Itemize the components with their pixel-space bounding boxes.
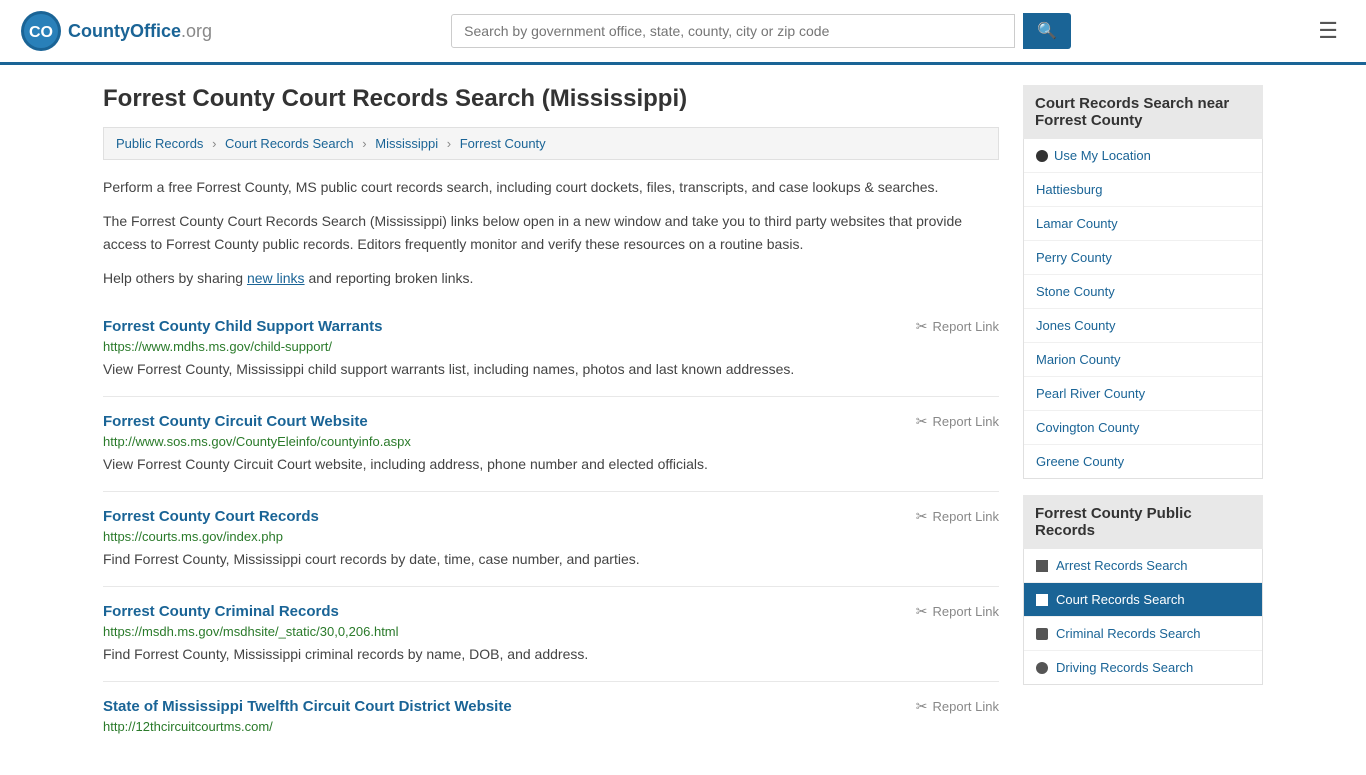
record-url: https://courts.ms.gov/index.php [103,529,999,544]
report-icon: ✂ [916,318,928,335]
desc3-prefix: Help others by sharing [103,270,247,286]
report-icon: ✂ [916,603,928,620]
logo-text: CountyOffice.org [68,21,212,42]
breadcrumb-sep-1: › [212,136,216,151]
sidebar-link-arrest-records[interactable]: Arrest Records Search [1024,549,1262,583]
record-item: Forrest County Child Support Warrants ✂ … [103,302,999,397]
breadcrumb: Public Records › Court Records Search › … [103,127,999,160]
sidebar-item-covington-county[interactable]: Covington County [1024,411,1262,445]
breadcrumb-forrest-county[interactable]: Forrest County [460,136,546,151]
sidebar-item-hattiesburg[interactable]: Hattiesburg [1024,173,1262,207]
record-title[interactable]: Forrest County Child Support Warrants [103,318,382,335]
report-link-button[interactable]: ✂ Report Link [916,318,999,335]
record-item: Forrest County Circuit Court Website ✂ R… [103,397,999,492]
page-title: Forrest County Court Records Search (Mis… [103,85,999,113]
logo-area: CO CountyOffice.org [20,10,212,52]
sidebar: Court Records Search near Forrest County… [1023,85,1263,755]
logo-icon: CO [20,10,62,52]
menu-button[interactable]: ☰ [1310,14,1346,48]
report-link-button[interactable]: ✂ Report Link [916,413,999,430]
report-link-button[interactable]: ✂ Report Link [916,698,999,715]
record-url: https://www.mdhs.ms.gov/child-support/ [103,339,999,354]
breadcrumb-court-records[interactable]: Court Records Search [225,136,354,151]
sidebar-public-records-section: Forrest County Public Records Arrest Rec… [1023,495,1263,685]
header: CO CountyOffice.org 🔍 ☰ [0,0,1366,65]
new-links-link[interactable]: new links [247,270,305,286]
record-item: State of Mississippi Twelfth Circuit Cou… [103,682,999,755]
sidebar-nearby-title: Court Records Search near Forrest County [1023,85,1263,139]
record-url: http://12thcircuitcourtms.com/ [103,719,999,734]
sidebar-item-jones-county[interactable]: Jones County [1024,309,1262,343]
svg-text:CO: CO [29,24,53,41]
sidebar-item-perry-county[interactable]: Perry County [1024,241,1262,275]
record-title[interactable]: State of Mississippi Twelfth Circuit Cou… [103,698,512,715]
record-title[interactable]: Forrest County Court Records [103,508,319,525]
sidebar-nearby-section: Court Records Search near Forrest County… [1023,85,1263,479]
record-desc: View Forrest County, Mississippi child s… [103,359,999,380]
sidebar-item-use-my-location[interactable]: Use My Location [1024,139,1262,173]
arrest-icon [1036,560,1048,572]
breadcrumb-public-records[interactable]: Public Records [116,136,203,151]
sidebar-item-pearl-river-county[interactable]: Pearl River County [1024,377,1262,411]
sidebar-nearby-list: Use My Location Hattiesburg Lamar County… [1023,139,1263,479]
sidebar-item-marion-county[interactable]: Marion County [1024,343,1262,377]
court-icon [1036,594,1048,606]
search-button[interactable]: 🔍 [1023,13,1071,49]
sidebar-link-court-records[interactable]: Court Records Search [1024,583,1262,617]
sidebar-link-driving-records[interactable]: Driving Records Search [1024,651,1262,684]
sidebar-item-lamar-county[interactable]: Lamar County [1024,207,1262,241]
record-item: Forrest County Criminal Records ✂ Report… [103,587,999,682]
description-1: Perform a free Forrest County, MS public… [103,176,999,198]
report-icon: ✂ [916,413,928,430]
location-icon [1036,150,1048,162]
record-desc: Find Forrest County, Mississippi crimina… [103,644,999,665]
record-title[interactable]: Forrest County Circuit Court Website [103,413,368,430]
criminal-icon [1036,628,1048,640]
report-link-button[interactable]: ✂ Report Link [916,603,999,620]
record-title[interactable]: Forrest County Criminal Records [103,603,339,620]
record-url: http://www.sos.ms.gov/CountyEleinfo/coun… [103,434,999,449]
description-2: The Forrest County Court Records Search … [103,210,999,255]
report-icon: ✂ [916,508,928,525]
search-input[interactable] [451,14,1015,48]
sidebar-item-stone-county[interactable]: Stone County [1024,275,1262,309]
report-icon: ✂ [916,698,928,715]
sidebar-item-greene-county[interactable]: Greene County [1024,445,1262,478]
record-url: https://msdh.ms.gov/msdhsite/_static/30,… [103,624,999,639]
main-container: Forrest County Court Records Search (Mis… [83,65,1283,775]
sidebar-link-criminal-records[interactable]: Criminal Records Search [1024,617,1262,651]
breadcrumb-sep-3: › [447,136,451,151]
record-item: Forrest County Court Records ✂ Report Li… [103,492,999,587]
search-area: 🔍 [451,13,1071,49]
content: Forrest County Court Records Search (Mis… [103,85,999,755]
breadcrumb-sep-2: › [362,136,366,151]
description-3: Help others by sharing new links and rep… [103,267,999,289]
driving-icon [1036,662,1048,674]
desc3-suffix: and reporting broken links. [305,270,474,286]
breadcrumb-mississippi[interactable]: Mississippi [375,136,438,151]
records-list: Forrest County Child Support Warrants ✂ … [103,302,999,755]
record-desc: Find Forrest County, Mississippi court r… [103,549,999,570]
report-link-button[interactable]: ✂ Report Link [916,508,999,525]
sidebar-public-records-title: Forrest County Public Records [1023,495,1263,549]
record-desc: View Forrest County Circuit Court websit… [103,454,999,475]
sidebar-public-records-list: Arrest Records Search Court Records Sear… [1023,549,1263,685]
